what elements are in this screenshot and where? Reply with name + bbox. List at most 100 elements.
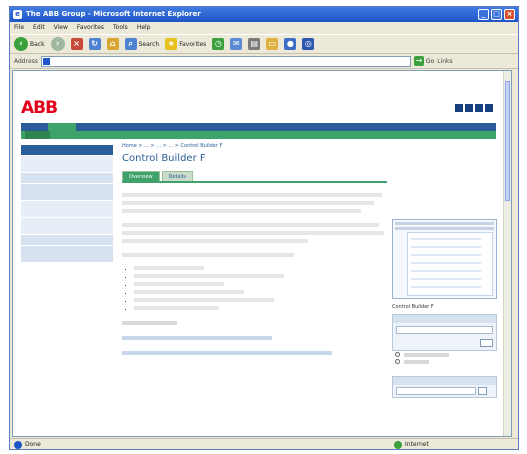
star-icon: ★ <box>165 38 178 50</box>
abb-logo[interactable]: ABB <box>21 98 58 118</box>
minimize-button[interactable]: _ <box>478 9 489 20</box>
ie-icon: e <box>13 10 22 19</box>
list-item <box>134 289 387 297</box>
search-input[interactable] <box>396 326 493 334</box>
menu-favorites[interactable]: Favorites <box>77 22 104 34</box>
top-nav-item[interactable] <box>159 123 175 131</box>
folder-icon: ▭ <box>266 38 279 50</box>
select-go-button[interactable] <box>478 387 488 395</box>
top-nav-item-active[interactable] <box>47 123 76 131</box>
globe-icon <box>394 440 402 449</box>
top-nav-item[interactable] <box>25 123 44 131</box>
print-button[interactable]: ▤ <box>248 38 261 50</box>
utility-icon[interactable] <box>455 104 463 112</box>
utility-icon[interactable] <box>485 104 493 112</box>
sidebar-item[interactable] <box>21 235 113 246</box>
sub-nav-item[interactable] <box>112 131 140 139</box>
search-submit-button[interactable] <box>480 339 493 347</box>
text-line <box>122 201 374 205</box>
address-input[interactable] <box>40 55 411 67</box>
screenshot-row <box>411 262 481 264</box>
back-label: Back <box>30 40 45 48</box>
sub-nav-item[interactable] <box>166 131 188 139</box>
sidebar-item[interactable] <box>21 246 113 263</box>
radio-button[interactable] <box>395 359 400 364</box>
intro-paragraph <box>122 193 387 213</box>
research-button[interactable]: ◎ <box>302 38 315 50</box>
scope-option[interactable] <box>392 358 497 365</box>
sidebar-heading[interactable] <box>21 145 113 156</box>
sub-nav-item-active[interactable] <box>25 131 51 139</box>
select-row <box>393 385 496 397</box>
text-line <box>122 239 308 243</box>
sub-nav-item[interactable] <box>145 131 162 139</box>
select-box <box>392 376 497 398</box>
utility-icon[interactable] <box>465 104 473 112</box>
tab-overview[interactable]: Overview <box>122 171 160 181</box>
close-button[interactable]: × <box>504 9 515 20</box>
mail-button[interactable]: ✉ <box>230 38 243 50</box>
back-button[interactable]: ‹ Back <box>14 37 45 51</box>
page-icon <box>42 57 50 65</box>
discuss-button[interactable]: ● <box>284 38 297 50</box>
text-line <box>122 253 295 257</box>
page-title: Control Builder F <box>122 153 206 164</box>
content-tabs: Overview Details <box>122 171 387 183</box>
tab-details[interactable]: Details <box>161 171 193 181</box>
text-line <box>122 209 361 213</box>
home-icon: ⌂ <box>106 38 119 50</box>
radio-button[interactable] <box>395 352 400 357</box>
list-item <box>134 273 387 281</box>
go-button[interactable]: → Go <box>413 56 435 66</box>
search-scope <box>392 351 497 365</box>
utility-icon[interactable] <box>475 104 483 112</box>
scope-option[interactable] <box>392 351 497 358</box>
zone-label: Internet <box>405 441 429 448</box>
page-viewport: ABB Home > ... > ... > ... > Control Bui… <box>12 70 512 437</box>
sidebar-item[interactable] <box>21 184 113 201</box>
forward-button[interactable]: › <box>50 37 65 51</box>
sidebar-item[interactable] <box>21 156 113 173</box>
list-item <box>134 297 387 305</box>
list-item <box>134 265 387 273</box>
maximize-button[interactable]: □ <box>491 9 502 20</box>
text-line <box>122 223 380 227</box>
top-nav-item[interactable] <box>179 123 204 131</box>
search-button[interactable]: ⌕ Search <box>124 38 159 50</box>
top-navigation <box>21 123 496 131</box>
mail-icon: ✉ <box>230 38 243 50</box>
links-label[interactable]: Links <box>437 58 452 65</box>
menu-tools[interactable]: Tools <box>113 22 128 34</box>
favorites-button[interactable]: ★ Favorites <box>165 38 206 50</box>
main-content: Home > ... > ... > ... > Control Builder… <box>122 143 387 357</box>
menu-edit[interactable]: Edit <box>33 22 45 34</box>
go-label: Go <box>425 57 435 65</box>
sub-nav-item[interactable] <box>83 131 108 139</box>
top-nav-item[interactable] <box>80 123 102 131</box>
breadcrumb[interactable]: Home > ... > ... > ... > Control Builder… <box>122 143 387 149</box>
sidebar-item[interactable] <box>21 218 113 235</box>
vertical-scrollbar[interactable] <box>503 71 511 436</box>
edit-button[interactable]: ▭ <box>266 38 279 50</box>
list-item <box>134 305 387 313</box>
sub-nav-item[interactable] <box>54 131 79 139</box>
related-link[interactable] <box>122 336 387 342</box>
menu-view[interactable]: View <box>54 22 68 34</box>
menu-file[interactable]: File <box>14 22 24 34</box>
history-button[interactable]: ◷ <box>212 38 225 50</box>
sidebar-item[interactable] <box>21 201 113 218</box>
refresh-button[interactable]: ↻ <box>88 38 101 50</box>
screenshot-caption: Control Builder F <box>392 304 434 310</box>
home-button[interactable]: ⌂ <box>106 38 119 50</box>
related-link[interactable] <box>122 351 387 357</box>
product-screenshot[interactable] <box>392 219 497 299</box>
menu-help[interactable]: Help <box>137 22 151 34</box>
top-nav-item[interactable] <box>135 123 155 131</box>
country-select[interactable] <box>396 387 476 395</box>
stop-button[interactable]: × <box>70 38 83 50</box>
sidebar-item[interactable] <box>21 173 113 184</box>
scrollbar-thumb[interactable] <box>505 81 510 201</box>
top-nav-item[interactable] <box>106 123 131 131</box>
status-bar: Done Internet <box>10 438 518 450</box>
search-box-header <box>393 315 496 323</box>
